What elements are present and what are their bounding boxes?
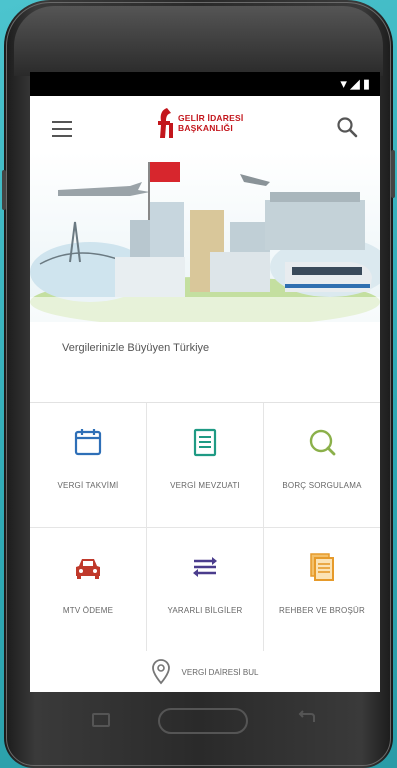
logo-text: GELİR İDARESİ BAŞKANLIĞI [178,113,243,133]
menu-item-label: REHBER VE BROŞÜR [279,606,365,615]
menu-item-mtv-odeme[interactable]: MTV ÖDEME [30,528,146,652]
phone-top-bezel [14,6,383,76]
transfer-arrows-icon [193,557,217,577]
screen: ▾ ◢ ▮ GELİR İDARESİ BAŞKANLIĞI Vergileri… [30,72,380,692]
brochure-icon [310,553,334,581]
signal-icon: ◢ [349,76,360,91]
car-icon [76,559,100,579]
search-icon[interactable] [336,116,358,138]
menu-item-label: VERGİ MEVZUATI [170,481,240,490]
document-icon [193,428,217,457]
menu-item-yararli-bilgiler[interactable]: YARARLI BİLGİLER [147,528,263,652]
phone-nav-bar [30,692,380,752]
vergi-dairesi-bul-link[interactable]: VERGİ DAİRESİ BUL [30,652,380,692]
volume-button [2,170,6,210]
vergi-dairesi-bul-label: VERGİ DAİRESİ BUL [181,667,259,677]
hero-illustration [30,152,380,322]
magnifier-icon [309,429,336,456]
menu-item-rehber-ve-brosur[interactable]: REHBER VE BROŞÜR [264,528,380,652]
app-bar: GELİR İDARESİ BAŞKANLIĞI [30,96,380,152]
calendar-icon [74,429,102,456]
tagline: Vergilerinizle Büyüyen Türkiye [62,342,210,354]
menu-item-vergi-mevzuati[interactable]: VERGİ MEVZUATI [147,403,263,527]
gib-logo: GELİR İDARESİ BAŞKANLIĞI [158,108,243,138]
hamburger-menu-icon[interactable] [52,121,72,137]
menu-item-label: VERGİ TAKVİMİ [57,481,119,490]
wifi-icon: ▾ [340,76,347,91]
gib-logo-mark-icon [158,108,173,138]
logo-line-1: GELİR İDARESİ [178,113,244,123]
menu-item-borc-sorgulama[interactable]: BORÇ SORGULAMA [264,403,380,527]
back-icon[interactable] [296,710,318,728]
recent-apps-button[interactable] [92,713,110,727]
battery-icon: ▮ [362,76,370,91]
home-button[interactable] [158,708,248,734]
menu-grid: VERGİ TAKVİMİ VERGİ MEVZUATI BORÇ SORGUL… [30,403,380,653]
menu-item-label: MTV ÖDEME [62,606,114,615]
logo-line-2: BAŞKANLIĞI [178,123,233,133]
menu-item-vergi-takvimi[interactable]: VERGİ TAKVİMİ [30,403,146,527]
menu-item-label: BORÇ SORGULAMA [282,481,362,490]
location-pin-icon [151,659,170,685]
menu-item-label: YARARLI BİLGİLER [167,606,243,615]
power-button [391,150,395,198]
status-bar: ▾ ◢ ▮ [30,72,380,96]
